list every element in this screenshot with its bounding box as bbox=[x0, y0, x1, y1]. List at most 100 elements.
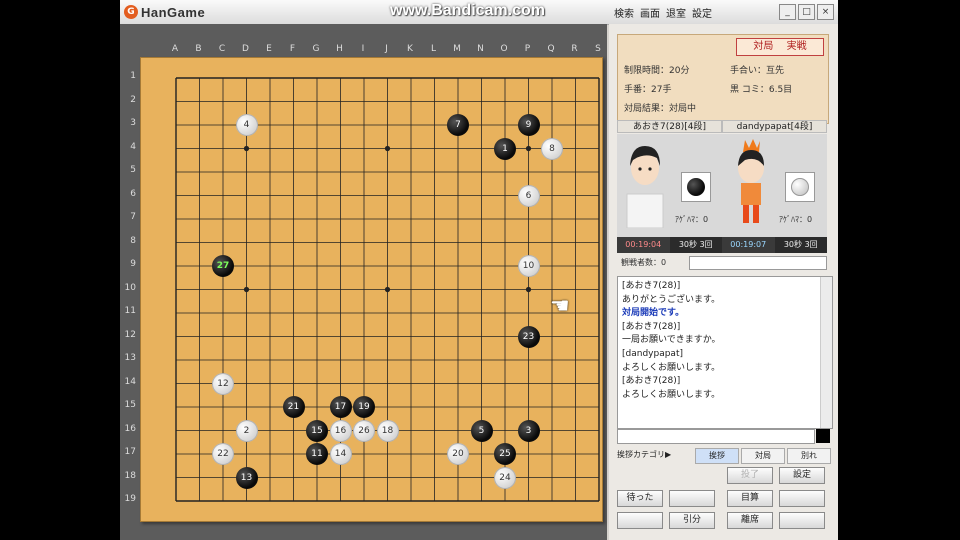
menu-search[interactable]: 検索 bbox=[614, 5, 634, 20]
row-label: 8 bbox=[130, 235, 136, 246]
action-button-7[interactable]: 引分 bbox=[669, 512, 715, 529]
greeting-category-label: 挨拶カテゴリ▶ bbox=[617, 450, 672, 459]
column-label: I bbox=[361, 44, 365, 54]
action-button-4[interactable]: 目算 bbox=[727, 490, 773, 507]
action-button-9 bbox=[779, 512, 825, 529]
go-board[interactable]: 1 2 3 4 5 6 7 8 9 10 11 12 13 14 15 16 17 18 19 20 21 22 23 24 2… bbox=[140, 57, 603, 522]
game-result: 対局結果：対局中 bbox=[624, 104, 697, 114]
white-stone: 14 bbox=[329, 443, 352, 465]
black-stone: 23 bbox=[517, 325, 540, 348]
title-bar: G HanGame www.Bandicam.com 検索 画面 退室 設定 _… bbox=[120, 0, 838, 25]
menu-settings[interactable]: 設定 bbox=[692, 5, 712, 20]
chat-line: [dandypapat] bbox=[622, 348, 683, 359]
black-stone-icon bbox=[687, 178, 705, 196]
row-label: 17 bbox=[124, 447, 136, 457]
black-stone: 27 bbox=[212, 255, 234, 277]
row-label: 13 bbox=[124, 353, 136, 363]
black-player-avatar bbox=[626, 146, 664, 228]
chat-color-picker[interactable] bbox=[816, 429, 830, 443]
action-button-5 bbox=[779, 490, 825, 507]
time-limit: 制限時間：20分 bbox=[624, 66, 690, 76]
player-names: あおき7(28)[4段] dandypapat[4段] bbox=[617, 120, 827, 133]
player-avatars: ｱｹﾞﾊﾏ：0 ｱｹﾞﾊﾏ：0 bbox=[617, 134, 827, 237]
chat-scrollbar[interactable] bbox=[820, 277, 832, 428]
row-label: 5 bbox=[130, 165, 136, 175]
black-stone: 9 bbox=[517, 114, 540, 136]
column-label: A bbox=[171, 44, 179, 54]
column-label: L bbox=[430, 44, 436, 54]
hand-cursor-icon: ☚ bbox=[550, 294, 570, 319]
maximize-button[interactable]: □ bbox=[798, 4, 815, 20]
game-info-box: 対局 実戦 制限時間：20分 手合い：互先 手番：27手 黒 コミ：6.5目 対… bbox=[617, 34, 829, 124]
menu-exit-room[interactable]: 退室 bbox=[666, 5, 686, 20]
black-player-name: あおき7(28)[4段] bbox=[617, 120, 722, 133]
white-byoyomi: 30秒 3回 bbox=[774, 237, 827, 253]
tab-farewell[interactable]: 別れ bbox=[787, 448, 831, 464]
action-button-1[interactable]: 設定 bbox=[779, 467, 825, 484]
black-stone: 25 bbox=[494, 443, 516, 465]
black-captures-box bbox=[681, 172, 711, 202]
game-timers: 00:19:04 30秒 3回 00:19:07 30秒 3回 bbox=[617, 237, 827, 253]
star-point bbox=[525, 145, 532, 152]
row-label: 14 bbox=[124, 376, 136, 387]
move-number: 手番：27手 bbox=[624, 85, 672, 95]
chat-line: よろしくお願いします。 bbox=[622, 389, 721, 400]
black-byoyomi: 30秒 3回 bbox=[669, 237, 722, 253]
star-point bbox=[243, 286, 250, 293]
handicap: 手合い：互先 bbox=[730, 66, 785, 76]
action-button-8[interactable]: 離席 bbox=[727, 512, 773, 529]
watermark: www.Bandicam.com bbox=[390, 2, 545, 19]
row-label: 7 bbox=[130, 212, 136, 222]
row-label: 15 bbox=[124, 400, 136, 410]
close-button[interactable]: × bbox=[817, 4, 834, 20]
chat-line: [あおき7(28)] bbox=[622, 321, 681, 332]
column-label: P bbox=[524, 44, 531, 54]
column-label: S bbox=[595, 44, 601, 54]
action-button-6 bbox=[617, 512, 663, 529]
tab-greeting[interactable]: 挨拶 bbox=[695, 448, 739, 464]
row-label: 19 bbox=[124, 494, 136, 504]
black-stone: 17 bbox=[329, 396, 352, 418]
column-label: J bbox=[385, 44, 388, 54]
white-main-time: 00:19:07 bbox=[722, 237, 775, 253]
action-button-0: 投了 bbox=[727, 467, 773, 484]
observers-dropdown[interactable] bbox=[689, 256, 827, 270]
white-captures-box bbox=[785, 172, 815, 202]
column-label: G bbox=[312, 44, 320, 54]
tab-game[interactable]: 対局 bbox=[741, 448, 785, 464]
column-label: E bbox=[266, 44, 272, 54]
white-stone: 6 bbox=[517, 184, 540, 207]
minimize-button[interactable]: _ bbox=[779, 4, 796, 20]
action-button-2[interactable]: 待った bbox=[617, 490, 663, 507]
row-label: 12 bbox=[124, 329, 136, 340]
column-label: M bbox=[453, 44, 461, 54]
menu-screen[interactable]: 画面 bbox=[640, 5, 660, 20]
white-stone: 16 bbox=[329, 419, 352, 442]
chat-log[interactable]: [あおき7(28)] ありがとうございます。 対局開始です。 [あおき7(28)] 一局… bbox=[617, 276, 833, 429]
hangame-logo-icon: G bbox=[124, 5, 138, 19]
row-label: 11 bbox=[124, 306, 136, 316]
chat-line: [あおき7(28)] bbox=[622, 281, 681, 291]
white-stone: 4 bbox=[235, 114, 258, 136]
action-button-3 bbox=[669, 490, 715, 507]
column-label: H bbox=[336, 44, 343, 54]
observers-count: 観戦者数：0 bbox=[621, 258, 667, 267]
column-label: C bbox=[218, 44, 226, 54]
column-label: O bbox=[500, 44, 508, 54]
column-label: R bbox=[571, 44, 578, 54]
row-label: 2 bbox=[130, 94, 136, 105]
side-panel: 対局 実戦 制限時間：20分 手合い：互先 手番：27手 黒 コミ：6.5目 対… bbox=[609, 24, 838, 540]
black-stone: 11 bbox=[306, 443, 328, 465]
white-stone: 8 bbox=[541, 137, 563, 160]
column-label: K bbox=[407, 44, 413, 54]
board-area: ABCDEFGHIJKLMNOPQRS 1 2 3 4 5 6 7 8 9 10 11 12 13 14 1… bbox=[120, 24, 607, 540]
star-point bbox=[243, 145, 250, 152]
window-controls: _ □ × bbox=[779, 4, 834, 20]
row-label: 3 bbox=[130, 118, 136, 128]
chat-input[interactable] bbox=[617, 429, 815, 444]
white-agehama: ｱｹﾞﾊﾏ：0 bbox=[779, 215, 813, 224]
row-label: 16 bbox=[124, 423, 136, 434]
column-label: D bbox=[242, 44, 249, 54]
row-label: 9 bbox=[130, 259, 136, 269]
white-stone: 22 bbox=[212, 443, 234, 465]
